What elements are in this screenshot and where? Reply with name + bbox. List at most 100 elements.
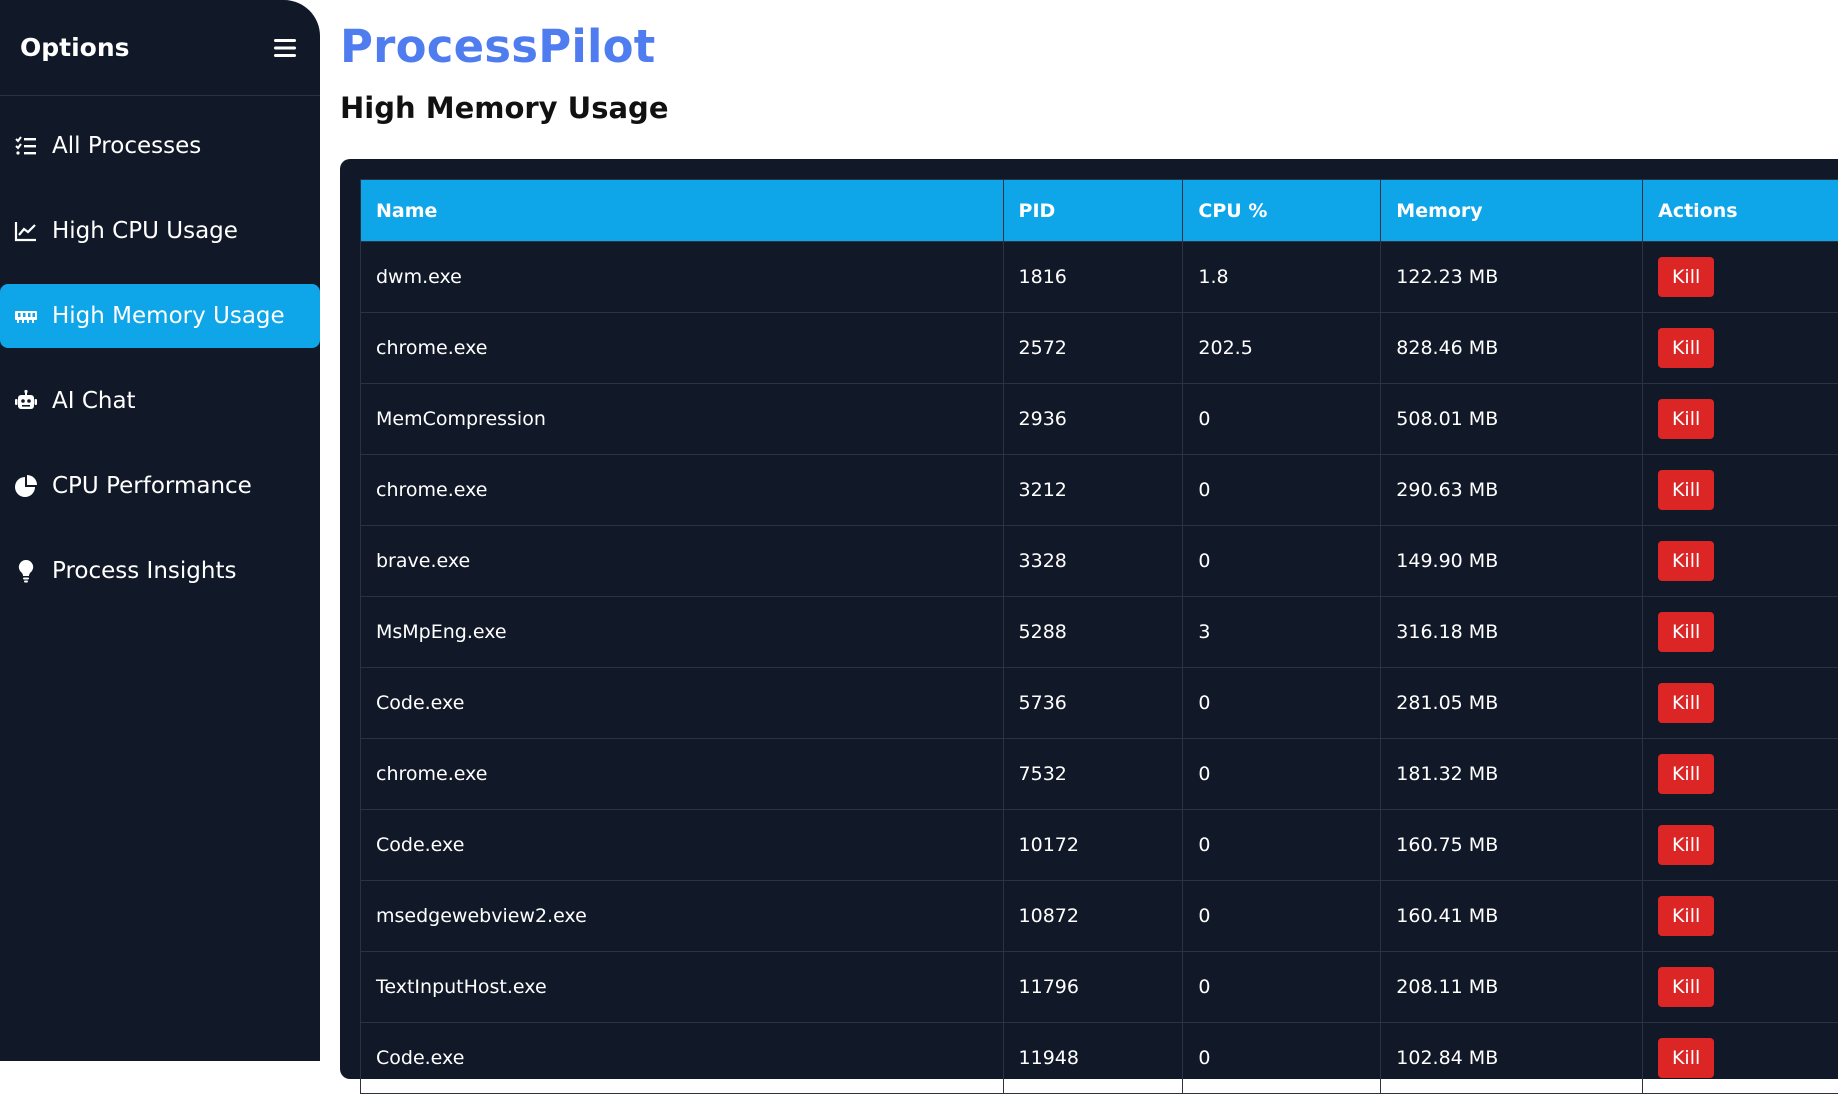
hamburger-menu-icon[interactable] (270, 33, 300, 63)
cell-cpu-percent: 0 (1183, 739, 1381, 810)
kill-button[interactable]: Kill (1658, 1038, 1714, 1078)
cell-process-name: msedgewebview2.exe (361, 881, 1004, 952)
cell-cpu-percent: 0 (1183, 952, 1381, 1023)
cell-cpu-percent: 0 (1183, 668, 1381, 739)
kill-button[interactable]: Kill (1658, 967, 1714, 1007)
cell-cpu-percent: 0 (1183, 810, 1381, 881)
cell-actions: Kill (1643, 739, 1838, 810)
cell-actions: Kill (1643, 313, 1838, 384)
cell-pid: 3212 (1003, 455, 1183, 526)
cell-process-name: chrome.exe (361, 455, 1004, 526)
cell-cpu-percent: 202.5 (1183, 313, 1381, 384)
process-table-body: dwm.exe18161.8122.23 MBKillchrome.exe257… (361, 242, 1838, 1094)
table-row[interactable]: Code.exe101720160.75 MB Kill (361, 810, 1838, 881)
cell-pid: 11796 (1003, 952, 1183, 1023)
cell-pid: 2936 (1003, 384, 1183, 455)
table-row[interactable]: msedgewebview2.exe108720160.41 MBKill (361, 881, 1838, 952)
kill-button[interactable]: Kill (1658, 541, 1714, 581)
cell-pid: 5288 (1003, 597, 1183, 668)
kill-button[interactable]: Kill (1658, 683, 1714, 723)
sidebar-item-ai-chat[interactable]: AI Chat (0, 369, 320, 433)
table-row[interactable]: MsMpEng.exe52883316.18 MB Kill (361, 597, 1838, 668)
page-title: High Memory Usage (340, 91, 1838, 125)
table-row[interactable]: chrome.exe32120290.63 MBKill (361, 455, 1838, 526)
sidebar-item-all-processes[interactable]: All Processes (0, 114, 320, 178)
memory-icon (14, 304, 38, 328)
cell-pid: 2572 (1003, 313, 1183, 384)
column-header-pid[interactable]: PID (1003, 180, 1183, 242)
cell-memory: 281.05 MB (1381, 668, 1643, 739)
table-row[interactable]: TextInputHost.exe117960208.11 MB Kill (361, 952, 1838, 1023)
kill-button[interactable]: Kill (1658, 470, 1714, 510)
kill-button[interactable]: Kill (1658, 328, 1714, 368)
cell-cpu-percent: 0 (1183, 526, 1381, 597)
cell-memory: 208.11 MB (1381, 952, 1643, 1023)
table-row[interactable]: Code.exe119480102.84 MBKill (361, 1023, 1838, 1094)
sidebar-item-high-memory-usage[interactable]: High Memory Usage (0, 284, 320, 348)
kill-button[interactable]: Kill (1658, 257, 1714, 297)
kill-button[interactable]: Kill (1658, 754, 1714, 794)
sidebar-item-high-cpu-usage[interactable]: High CPU Usage (0, 199, 320, 263)
kill-button[interactable]: Kill (1658, 399, 1714, 439)
table-row[interactable]: dwm.exe18161.8122.23 MBKill (361, 242, 1838, 313)
cell-memory: 122.23 MB (1381, 242, 1643, 313)
cell-pid: 10872 (1003, 881, 1183, 952)
cell-actions: Kill (1643, 526, 1838, 597)
cell-pid: 10172 (1003, 810, 1183, 881)
pie-chart-icon (14, 474, 38, 498)
cell-cpu-percent: 3 (1183, 597, 1381, 668)
table-row[interactable]: chrome.exe75320181.32 MBKill (361, 739, 1838, 810)
robot-icon (14, 389, 38, 413)
sidebar-item-cpu-performance[interactable]: CPU Performance (0, 454, 320, 518)
cell-cpu-percent: 0 (1183, 384, 1381, 455)
cell-process-name: dwm.exe (361, 242, 1004, 313)
chart-line-icon (14, 219, 38, 243)
sidebar-item-label: High Memory Usage (52, 303, 285, 329)
cell-actions: Kill (1643, 455, 1838, 526)
cell-process-name: brave.exe (361, 526, 1004, 597)
kill-button[interactable]: Kill (1658, 825, 1714, 865)
process-table-card: Name PID CPU % Memory Actions dwm.exe 181… (340, 159, 1838, 1079)
sidebar-item-process-insights[interactable]: Process Insights (0, 539, 320, 603)
column-header-name[interactable]: Name (361, 180, 1004, 242)
cell-memory: 181.32 MB (1381, 739, 1643, 810)
cell-process-name: TextInputHost.exe (361, 952, 1004, 1023)
cell-pid: 5736 (1003, 668, 1183, 739)
cell-memory: 290.63 MB (1381, 455, 1643, 526)
cell-actions: Kill (1643, 242, 1838, 313)
table-row[interactable]: brave.exe33280149.90 MB Kill (361, 526, 1838, 597)
cell-process-name: MsMpEng.exe (361, 597, 1004, 668)
cell-memory: 508.01 MB (1381, 384, 1643, 455)
cell-memory: 316.18 MB (1381, 597, 1643, 668)
cell-actions: Kill (1643, 384, 1838, 455)
kill-button[interactable]: Kill (1658, 896, 1714, 936)
table-row[interactable]: chrome.exe2572202.5828.46 MBKill (361, 313, 1838, 384)
lightbulb-icon (14, 559, 38, 583)
cell-memory: 160.75 MB (1381, 810, 1643, 881)
cell-pid: 11948 (1003, 1023, 1183, 1094)
cell-process-name: Code.exe (361, 1023, 1004, 1094)
process-table: Name PID CPU % Memory Actions dwm.exe 181… (360, 179, 1838, 1094)
cell-memory: 102.84 MB (1381, 1023, 1643, 1094)
sidebar-item-label: CPU Performance (52, 473, 252, 499)
sidebar: Options All Processes (0, 0, 320, 1061)
column-header-memory[interactable]: Memory (1381, 180, 1643, 242)
sidebar-item-label: Process Insights (52, 558, 236, 584)
cell-actions: Kill (1643, 952, 1838, 1023)
list-check-icon (14, 134, 38, 158)
cell-process-name: Code.exe (361, 810, 1004, 881)
cell-actions: Kill (1643, 597, 1838, 668)
cell-actions: Kill (1643, 810, 1838, 881)
cell-pid: 7532 (1003, 739, 1183, 810)
cell-pid: 3328 (1003, 526, 1183, 597)
table-header-row: Name PID CPU % Memory Actions (361, 180, 1838, 242)
column-header-cpu[interactable]: CPU % (1183, 180, 1381, 242)
table-row[interactable]: MemCompression29360508.01 MBKill (361, 384, 1838, 455)
sidebar-item-label: AI Chat (52, 388, 136, 414)
cell-memory: 160.41 MB (1381, 881, 1643, 952)
cell-actions: Kill (1643, 668, 1838, 739)
cell-process-name: chrome.exe (361, 313, 1004, 384)
kill-button[interactable]: Kill (1658, 612, 1714, 652)
table-row[interactable]: Code.exe57360281.05 MBKill (361, 668, 1838, 739)
cell-memory: 149.90 MB (1381, 526, 1643, 597)
